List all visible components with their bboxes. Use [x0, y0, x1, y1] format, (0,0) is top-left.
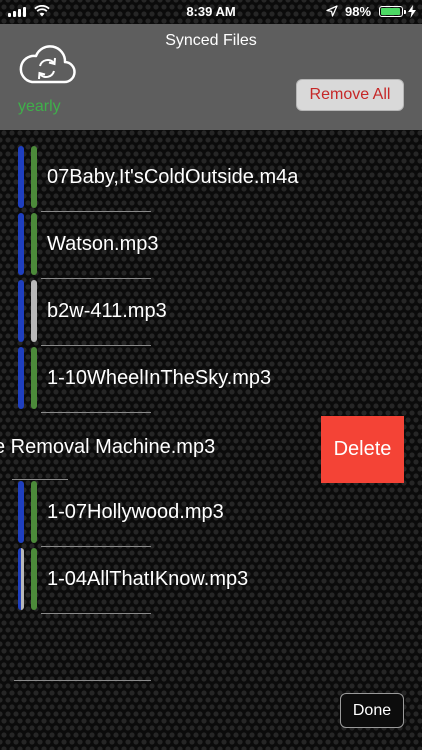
location-icon	[326, 5, 338, 17]
status-bar-right	[31, 213, 37, 275]
done-button[interactable]: Done	[340, 693, 404, 728]
status-bar-right	[31, 347, 37, 409]
file-name: e Removal Machine.mp3	[0, 436, 216, 458]
status-bar-right	[31, 481, 37, 543]
row-divider	[41, 345, 151, 346]
file-name: b2w-411.mp3	[47, 300, 167, 322]
status-bar-left	[18, 481, 24, 543]
row-divider	[14, 680, 151, 681]
list-item[interactable]: Watson.mp3	[0, 213, 422, 280]
header: Synced Files yearly Remove All	[0, 24, 422, 130]
file-name: Watson.mp3	[47, 233, 159, 255]
status-bar-left	[18, 347, 24, 409]
battery-percent: 98%	[345, 4, 372, 19]
list-item[interactable]: b2w-411.mp3	[0, 280, 422, 347]
row-divider	[41, 546, 151, 547]
subscription-plan-label: yearly	[18, 98, 61, 115]
status-bar-left	[18, 280, 24, 342]
status-bar-right	[31, 146, 37, 208]
row-divider	[41, 412, 151, 413]
list-item[interactable]: 1-07Hollywood.mp3	[0, 481, 422, 548]
file-name: 1-04AllThatIKnow.mp3	[47, 568, 249, 590]
battery-icon	[379, 6, 406, 17]
delete-button[interactable]: Delete	[321, 416, 404, 483]
list-item[interactable]: 1-04AllThatIKnow.mp3	[0, 548, 422, 615]
list-item[interactable]: 1-10WheelInTheSky.mp3	[0, 347, 422, 414]
status-bar-right	[31, 548, 37, 610]
status-bar: 8:39 AM 98%	[0, 0, 422, 24]
row-divider	[41, 613, 151, 614]
status-bar-left	[18, 146, 24, 208]
cloud-sync-icon[interactable]	[18, 42, 76, 86]
row-divider	[41, 211, 151, 212]
status-bar-left	[18, 213, 24, 275]
row-divider	[12, 479, 68, 480]
list-item-swiped[interactable]: e Removal Machine.mp3 Delete	[0, 414, 422, 483]
status-bar-right	[31, 280, 37, 342]
remove-all-button[interactable]: Remove All	[296, 79, 404, 111]
row-divider	[41, 278, 151, 279]
status-bar-left	[18, 548, 24, 610]
file-name: 1-07Hollywood.mp3	[47, 501, 224, 523]
synced-files-list: 07Baby,It'sColdOutside.m4a Watson.mp3 b2…	[0, 146, 422, 682]
list-item[interactable]: 07Baby,It'sColdOutside.m4a	[0, 146, 422, 213]
charging-bolt-icon	[408, 5, 416, 18]
file-name: 07Baby,It'sColdOutside.m4a	[47, 166, 299, 188]
empty-row	[0, 615, 422, 682]
file-name: 1-10WheelInTheSky.mp3	[47, 367, 272, 389]
